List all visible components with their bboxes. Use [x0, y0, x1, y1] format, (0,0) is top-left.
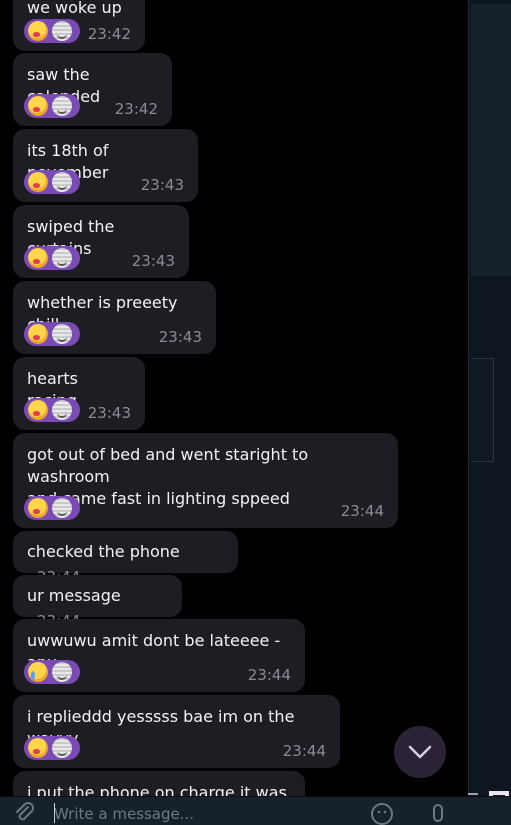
message-text: ur message — [27, 586, 121, 605]
message-bubble[interactable]: got out of bed and went staright to wash… — [13, 433, 398, 528]
message-time: 23:43 — [87, 404, 131, 422]
message-time: 23:43 — [140, 176, 184, 194]
message-time: 23:43 — [158, 328, 202, 346]
message-text: i put the phone on charge it was 49 — [27, 783, 287, 796]
message-bubble[interactable]: checked the phone23:44 — [13, 531, 238, 586]
info-panel — [468, 0, 511, 796]
message-time: 23:42 — [87, 25, 131, 43]
panel-card — [471, 358, 494, 462]
message-time: 23:42 — [114, 100, 158, 118]
kiss-sticker-icon — [24, 398, 80, 422]
crying-sticker-icon — [24, 660, 80, 684]
kiss-sticker-icon — [24, 170, 80, 194]
kiss-sticker-icon — [24, 736, 80, 760]
message-bubble[interactable]: i replieddd yesssss bae im on the wayyy … — [13, 695, 340, 768]
message-bubble[interactable]: hearts racing 23:43 — [13, 357, 145, 430]
message-time: 23:44 — [340, 502, 384, 520]
message-bubble[interactable]: whether is preeety chill 23:43 — [13, 281, 216, 354]
panel-section — [471, 4, 511, 276]
message-bubble[interactable]: we woke up 23:42 — [13, 0, 145, 51]
message-composer — [0, 796, 511, 825]
message-text: we woke up — [27, 0, 122, 17]
kiss-sticker-icon — [24, 94, 80, 118]
kiss-sticker-icon — [24, 322, 80, 346]
message-bubble[interactable]: i put the phone on charge it was 49 — [13, 771, 305, 796]
message-input[interactable] — [54, 803, 354, 825]
message-time: 23:43 — [131, 252, 175, 270]
message-bubble[interactable]: ur message23:44 — [13, 575, 182, 630]
text-caret — [54, 803, 55, 823]
scroll-down-button[interactable] — [394, 726, 446, 778]
message-bubble[interactable]: its 18th of november 23:43 — [13, 129, 198, 202]
kiss-sticker-icon — [24, 246, 80, 270]
message-time: 23:44 — [247, 666, 291, 684]
message-bubble[interactable]: uwwuwu amit dont be lateeee -anu 23:44 — [13, 619, 305, 692]
kiss-sticker-icon — [24, 19, 80, 43]
message-time: 23:44 — [282, 742, 326, 760]
message-bubble[interactable]: saw the calended 23:42 — [13, 53, 172, 126]
message-text: checked the phone — [27, 542, 180, 561]
message-bubble[interactable]: swiped the curtains 23:43 — [13, 205, 189, 278]
smiley-icon[interactable] — [370, 801, 394, 825]
chat-history[interactable]: we woke up 23:42 saw the calended 23:42 … — [0, 0, 468, 796]
microphone-icon[interactable] — [426, 801, 450, 825]
message-text: got out of bed and went staright to wash… — [27, 445, 309, 508]
paperclip-icon[interactable] — [12, 801, 36, 825]
kiss-sticker-icon — [24, 496, 80, 520]
chevron-down-icon — [408, 745, 432, 759]
